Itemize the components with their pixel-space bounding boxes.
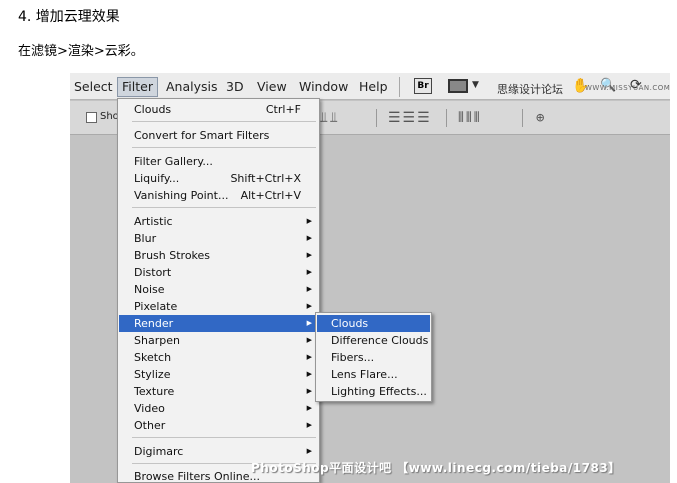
menu-separator [132,207,316,208]
menu-item-label: Vanishing Point... [134,189,229,202]
distribute-horizontal-icon[interactable]: ⫴⫴⫴ [458,110,482,126]
filter-menu-item-render[interactable]: Render ▶ [119,315,318,332]
submenu-arrow-icon: ▶ [306,421,312,429]
menu-help[interactable]: Help [355,77,392,97]
filter-menu-item-sketch[interactable]: Sketch ▶ [119,349,318,366]
photoshop-window: Select Filter Analysis 3D View Window He… [70,73,670,483]
render-item-difference-clouds[interactable]: Difference Clouds [317,332,430,349]
step-description: 在滤镜>渲染>云彩。 [18,44,144,59]
menu-item-label: Sketch [134,351,172,364]
menu-item-label: Brush Strokes [134,249,211,262]
submenu-arrow-icon: ▶ [306,234,312,242]
step-title: 4. 增加云理效果 [18,9,120,25]
filter-menu-item-digimarc[interactable]: Digimarc ▶ [119,443,318,460]
menu-item-label: Blur [134,232,157,245]
auto-align-icon[interactable]: ⊕ [536,110,546,126]
filter-menu-item-noise[interactable]: Noise ▶ [119,281,318,298]
watermark-text: PhotoShop平面设计吧 【www.linecg.com/tieba/178… [251,461,621,475]
render-submenu: Clouds Difference Clouds Fibers... Lens Fla… [315,312,432,402]
filter-menu-item-blur[interactable]: Blur ▶ [119,230,318,247]
menu-view[interactable]: View [253,77,291,97]
filter-menu-item-vanishing-point[interactable]: Vanishing Point... Alt+Ctrl+V [119,187,318,204]
submenu-arrow-icon: ▶ [306,217,312,225]
menu-window[interactable]: Window [295,77,352,97]
submenu-arrow-icon: ▶ [306,268,312,276]
filter-menu-item-distort[interactable]: Distort ▶ [119,264,318,281]
menu-separator [132,437,316,438]
menu-item-label: Noise [134,283,165,296]
menu-item-shortcut: Alt+Ctrl+V [240,189,301,202]
filter-menu-item-convert-smart[interactable]: Convert for Smart Filters [119,127,318,144]
submenu-arrow-icon: ▶ [306,251,312,259]
render-item-lighting-effects[interactable]: Lighting Effects... [317,383,430,400]
menu-item-label: Browse Filters Online... [134,470,260,483]
filter-menu-item-stylize[interactable]: Stylize ▶ [119,366,318,383]
filter-menu-item-sharpen[interactable]: Sharpen ▶ [119,332,318,349]
filter-menu-item-filter-gallery[interactable]: Filter Gallery... [119,153,318,170]
filter-menu-dropdown: Clouds Ctrl+F Convert for Smart Filters … [117,98,320,483]
menu-item-label: Liquify... [134,172,180,185]
filter-menu-item-texture[interactable]: Texture ▶ [119,383,318,400]
menu-item-label: Texture [134,385,175,398]
filter-menu-item-video[interactable]: Video ▶ [119,400,318,417]
menu-separator [132,147,316,148]
filter-menu-item-brush-strokes[interactable]: Brush Strokes ▶ [119,247,318,264]
menu-item-label: Other [134,419,166,432]
menu-item-label: Clouds [134,103,172,116]
menu-item-label: Render [134,317,174,330]
submenu-arrow-icon: ▶ [306,302,312,310]
mini-bridge-icon[interactable] [448,79,468,93]
options-separator [376,109,377,127]
filter-menu-item-other[interactable]: Other ▶ [119,417,318,434]
menu-item-label: Convert for Smart Filters [134,129,270,142]
menu-item-label: Distort [134,266,172,279]
menu-separator [399,77,400,97]
submenu-arrow-icon: ▶ [306,404,312,412]
render-item-lens-flare[interactable]: Lens Flare... [317,366,430,383]
submenu-arrow-icon: ▶ [306,353,312,361]
chevron-down-icon[interactable]: ▼ [472,80,479,90]
menu-item-label: Fibers... [331,351,375,364]
menu-item-label: Sharpen [134,334,180,347]
menu-item-shortcut: Shift+Ctrl+X [230,172,301,185]
submenu-arrow-icon: ▶ [306,285,312,293]
menu-item-label: Pixelate [134,300,178,313]
menu-item-label: Clouds [331,317,369,330]
menu-item-label: Video [134,402,165,415]
submenu-arrow-icon: ▶ [306,370,312,378]
filter-menu-item-liquify[interactable]: Liquify... Shift+Ctrl+X [119,170,318,187]
submenu-arrow-icon: ▶ [306,336,312,344]
submenu-arrow-icon: ▶ [306,319,312,327]
align-bottom-icon[interactable]: ⫫⫫ [320,110,340,126]
filter-menu-item-artistic[interactable]: Artistic ▶ [119,213,318,230]
filter-menu-item-last-filter[interactable]: Clouds Ctrl+F [119,101,318,118]
show-transform-checkbox[interactable] [86,112,97,123]
show-transform-label: Sho [100,111,119,122]
menu-item-label: Stylize [134,368,171,381]
menu-3d[interactable]: 3D [222,77,248,97]
distribute-vertical-icon[interactable]: ☰☰☰ [388,110,432,126]
menu-item-label: Filter Gallery... [134,155,213,168]
menu-bar: Select Filter Analysis 3D View Window He… [70,73,670,100]
bridge-button[interactable]: Br [414,78,432,94]
submenu-arrow-icon: ▶ [306,447,312,455]
menu-select[interactable]: Select [70,77,117,97]
site-watermark-text: 思缘设计论坛 [497,83,563,96]
render-item-fibers[interactable]: Fibers... [317,349,430,366]
submenu-arrow-icon: ▶ [306,387,312,395]
options-separator [446,109,447,127]
menu-item-label: Lighting Effects... [331,385,427,398]
menu-filter[interactable]: Filter [117,77,158,97]
menu-item-shortcut: Ctrl+F [265,103,301,116]
menu-item-label: Artistic [134,215,173,228]
menu-item-label: Digimarc [134,445,184,458]
menu-analysis[interactable]: Analysis [162,77,222,97]
menu-item-label: Lens Flare... [331,368,398,381]
menu-separator [132,121,316,122]
render-item-clouds[interactable]: Clouds [317,315,430,332]
menu-item-label: Difference Clouds [331,334,429,347]
options-separator [522,109,523,127]
filter-menu-item-pixelate[interactable]: Pixelate ▶ [119,298,318,315]
site-watermark-url: WWW.MISSYUAN.COM [585,84,670,92]
